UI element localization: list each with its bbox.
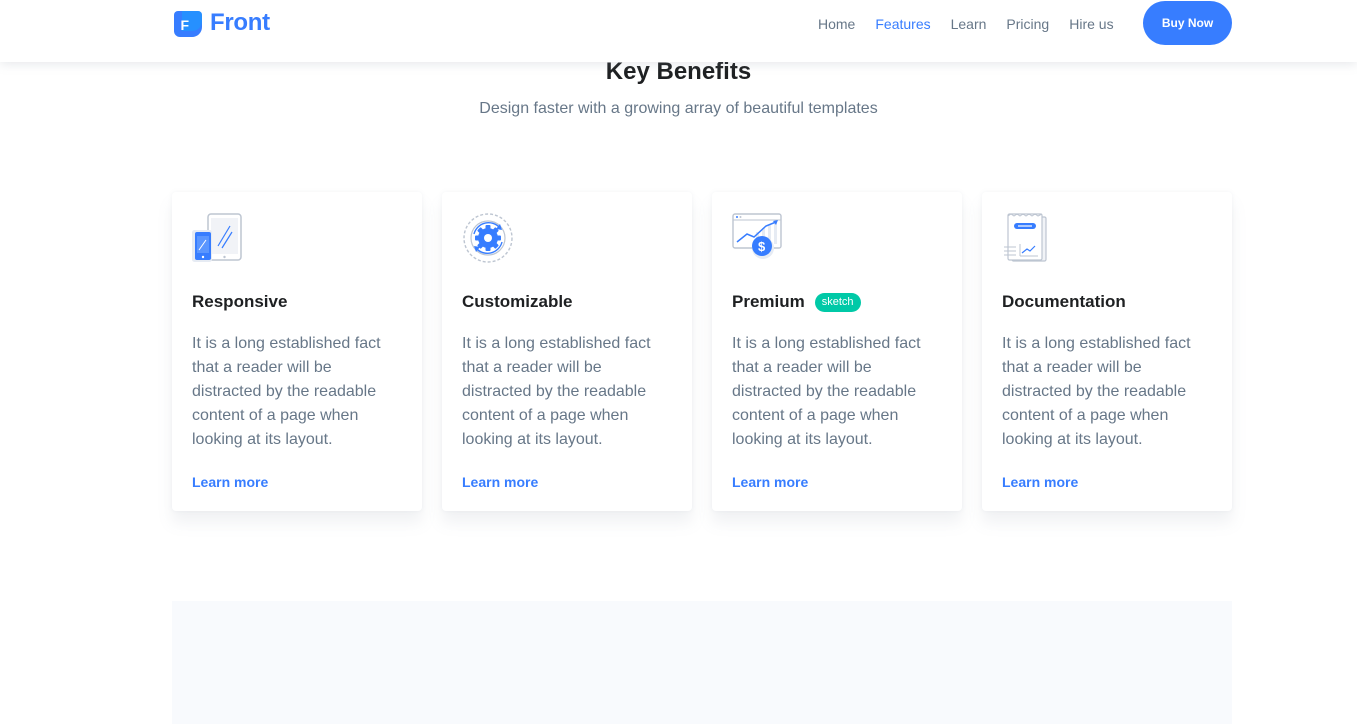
card-title-row: Responsive — [192, 292, 287, 312]
benefits-card-list: Responsive It is a long established fact… — [172, 192, 1232, 511]
brand-name: Front — [210, 9, 270, 36]
brand-logo[interactable]: F Front — [172, 7, 270, 39]
benefit-card-documentation: Documentation It is a long established f… — [982, 192, 1232, 511]
next-section-panel — [172, 601, 1232, 724]
card-title-row: Customizable — [462, 292, 573, 312]
documentation-icon — [1004, 213, 1047, 262]
section-subtitle: Design faster with a growing array of be… — [479, 100, 878, 117]
nav-item-home: Home — [818, 15, 855, 33]
nav-item-learn: Learn — [951, 15, 987, 33]
learn-more-link[interactable]: Learn more — [462, 474, 538, 490]
learn-more-link[interactable]: Learn more — [732, 474, 808, 490]
card-title: Customizable — [462, 292, 573, 311]
buy-now-button[interactable]: Buy Now — [1143, 1, 1232, 45]
card-description: It is a long established fact that a rea… — [462, 335, 651, 448]
section-title: Key Benefits — [605, 58, 752, 85]
nav-link-hire-us[interactable]: Hire us — [1069, 16, 1113, 32]
premium-chart-dollar-icon: $ — [732, 213, 782, 259]
learn-more-link[interactable]: Learn more — [192, 474, 268, 490]
card-title-row: Premium sketch — [732, 292, 861, 312]
benefit-card-premium: $ Premium sketch It is a long establishe… — [712, 192, 962, 511]
card-description: It is a long established fact that a rea… — [732, 335, 921, 448]
card-description: It is a long established fact that a rea… — [192, 335, 381, 448]
responsive-devices-icon — [192, 213, 242, 262]
nav-item-hire-us: Hire us — [1069, 15, 1113, 33]
card-title: Responsive — [192, 292, 288, 311]
sketch-badge: sketch — [814, 292, 861, 312]
svg-text:$: $ — [758, 239, 766, 254]
benefit-card-customizable: Customizable It is a long established fa… — [442, 192, 692, 511]
nav-link-features[interactable]: Features — [875, 16, 930, 32]
front-logo-icon: F — [174, 11, 202, 37]
card-title-row: Documentation — [1002, 292, 1126, 312]
nav-link-learn[interactable]: Learn — [951, 16, 987, 32]
card-title: Documentation — [1002, 292, 1126, 311]
gear-customize-icon — [463, 213, 513, 263]
nav-link-home[interactable]: Home — [818, 16, 855, 32]
card-title: Premium — [732, 292, 805, 311]
benefit-card-responsive: Responsive It is a long established fact… — [172, 192, 422, 511]
nav-item-pricing: Pricing — [1006, 15, 1049, 33]
page: F Front Home Features Learn Pricing Hire… — [0, 0, 1357, 724]
nav-item-features: Features — [875, 15, 930, 33]
main-nav: Home Features Learn Pricing Hire us — [818, 15, 1114, 33]
site-header: F Front Home Features Learn Pricing Hire… — [0, 0, 1357, 62]
card-description: It is a long established fact that a rea… — [1002, 335, 1191, 448]
brand-mark-letter: F — [181, 17, 190, 33]
nav-link-pricing[interactable]: Pricing — [1006, 16, 1049, 32]
learn-more-link[interactable]: Learn more — [1002, 474, 1078, 490]
